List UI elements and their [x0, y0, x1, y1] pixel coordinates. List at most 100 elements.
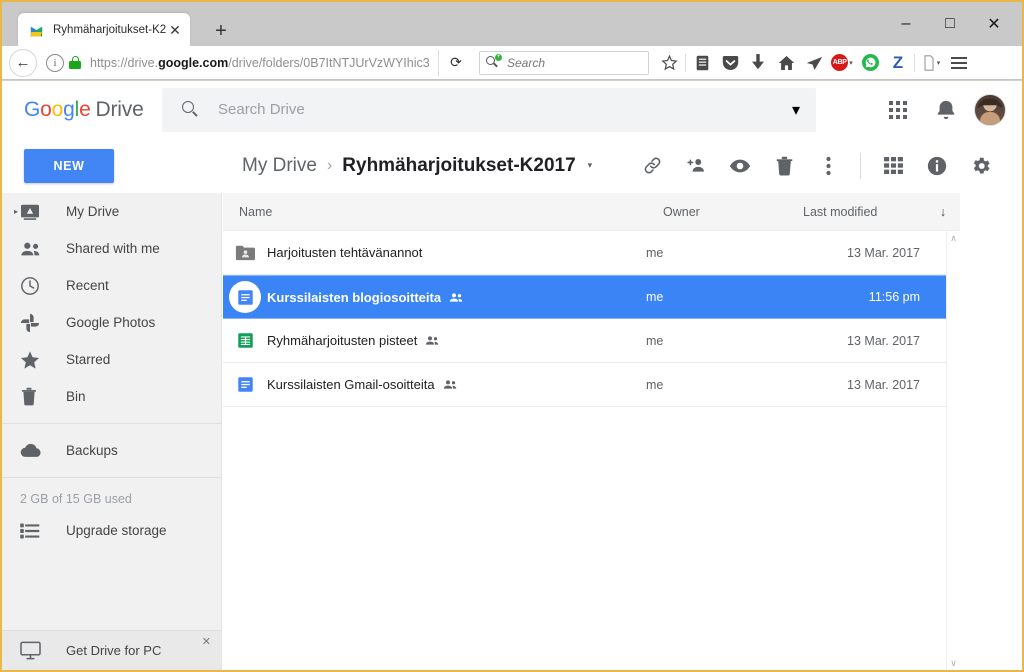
sidebar-item-shared-with-me[interactable]: Shared with me — [2, 230, 221, 267]
close-tab-icon[interactable]: ✕ — [166, 21, 184, 39]
breadcrumb-my-drive[interactable]: My Drive — [242, 155, 317, 177]
sidebar-item-label: Shared with me — [66, 241, 160, 256]
google-docs-icon — [229, 369, 261, 401]
more-actions-icon[interactable] — [806, 146, 850, 186]
drive-product-name: Drive — [95, 97, 144, 121]
menu-icon[interactable] — [945, 49, 973, 77]
lock-icon — [69, 56, 81, 69]
chevron-down-icon[interactable]: ▾ — [776, 100, 816, 120]
trash-icon[interactable] — [762, 146, 806, 186]
sidebar-item-recent[interactable]: Recent — [2, 267, 221, 304]
sidebar-item-label: Upgrade storage — [66, 523, 167, 538]
get-link-icon[interactable] — [630, 146, 674, 186]
pocket-icon[interactable] — [716, 49, 744, 77]
table-row[interactable]: Ryhmäharjoitusten pisteet me 13 Mar. 201… — [223, 319, 946, 363]
minimize-button[interactable]: – — [884, 8, 928, 40]
google-drive-icon — [26, 22, 47, 38]
file-name: Kurssilaisten Gmail-osoitteita — [267, 377, 435, 392]
details-info-icon[interactable] — [915, 146, 959, 186]
url-path: /drive/folders/0B7ItNTJUrVzWYIhic3 — [228, 55, 430, 70]
sidebar-item-label: Recent — [66, 278, 109, 293]
header-actions — [878, 90, 1022, 130]
bin-icon — [20, 387, 48, 406]
sort-direction-icon[interactable]: ↓ — [923, 205, 963, 219]
shared-people-icon — [443, 379, 458, 390]
reading-list-icon[interactable] — [688, 49, 716, 77]
table-row[interactable]: Kurssilaisten Gmail-osoitteita me 13 Mar… — [223, 363, 946, 407]
file-name-cell[interactable]: Kurssilaisten Gmail-osoitteita — [267, 377, 646, 392]
tab-title: Ryhmäharjoitukset-K2017 ... — [53, 23, 166, 36]
sidebar-item-my-drive[interactable]: ▸ My Drive — [2, 193, 221, 230]
table-row[interactable]: Harjoitusten tehtävänannot me 13 Mar. 20… — [223, 231, 946, 275]
settings-gear-icon[interactable] — [959, 146, 1003, 186]
google-photos-icon — [20, 313, 48, 333]
address-bar[interactable]: i https://drive.google.com/drive/folders… — [41, 49, 439, 76]
upgrade-storage-icon — [20, 522, 48, 539]
get-drive-for-pc-banner[interactable]: Get Drive for PC ✕ — [2, 630, 221, 670]
column-header-last-modified[interactable]: Last modified — [803, 205, 923, 219]
scroll-down-icon[interactable]: ∨ — [950, 656, 957, 670]
table-row[interactable]: Kurssilaisten blogiosoitteita me 11:56 p… — [223, 275, 946, 319]
notifications-bell-icon[interactable] — [926, 90, 966, 130]
sidebar-item-backups[interactable]: Backups — [2, 432, 221, 469]
add-person-icon[interactable] — [674, 146, 718, 186]
file-rows: Harjoitusten tehtävänannot me 13 Mar. 20… — [223, 231, 946, 670]
file-name-cell[interactable]: Harjoitusten tehtävänannot — [267, 245, 646, 260]
drive-logo[interactable]: Google Drive — [2, 98, 162, 122]
sidebar-divider — [2, 423, 221, 424]
file-list-scrollbar[interactable]: ∧ ∨ — [946, 231, 960, 670]
breadcrumb-current-folder[interactable]: Ryhmäharjoitukset-K2017 — [342, 155, 575, 177]
new-button[interactable]: NEW — [24, 148, 114, 183]
column-header-name[interactable]: Name — [223, 205, 663, 219]
sidebar-item-google-photos[interactable]: Google Photos — [2, 304, 221, 341]
home-icon[interactable] — [772, 49, 800, 77]
file-name: Ryhmäharjoitusten pisteet — [267, 333, 418, 348]
sidebar-item-upgrade-storage[interactable]: Upgrade storage — [2, 512, 221, 549]
sidebar: ▸ My Drive Shared with me Recent Google … — [2, 193, 222, 670]
window-controls: – □ ✕ — [884, 2, 1016, 46]
reload-icon[interactable]: ⟳ — [441, 54, 471, 71]
search-bar[interactable]: + Search — [479, 50, 649, 75]
site-info-icon[interactable]: i — [46, 53, 64, 72]
column-header-owner[interactable]: Owner — [663, 205, 803, 219]
back-button[interactable]: ← — [9, 48, 37, 77]
sidebar-item-starred[interactable]: Starred — [2, 341, 221, 378]
close-icon[interactable]: ✕ — [202, 635, 211, 648]
scroll-up-icon[interactable]: ∧ — [950, 231, 957, 245]
sidebar-item-label: My Drive — [66, 204, 120, 219]
avatar[interactable] — [974, 93, 1006, 126]
new-tab-button[interactable]: + — [208, 18, 234, 44]
recent-clock-icon — [20, 276, 48, 296]
get-drive-for-pc-label: Get Drive for PC — [66, 643, 162, 658]
shared-with-me-icon — [20, 241, 48, 257]
toolbar-divider — [860, 152, 862, 179]
adblock-plus-icon[interactable]: ABP ▾ — [828, 49, 856, 77]
file-owner-cell: me — [646, 333, 664, 348]
preview-eye-icon[interactable] — [718, 146, 762, 186]
search-icon — [162, 101, 218, 118]
toolbar-divider — [685, 53, 686, 72]
search-drive-input[interactable]: Search Drive — [218, 101, 776, 118]
my-drive-icon — [20, 203, 48, 221]
page-action-icon[interactable]: ▾ — [917, 49, 945, 77]
apps-grid-icon[interactable] — [878, 90, 918, 130]
file-name-cell[interactable]: Kurssilaisten blogiosoitteita — [267, 290, 646, 305]
grid-view-icon[interactable] — [871, 146, 915, 186]
chevron-down-icon[interactable]: ▾ — [588, 160, 593, 171]
starred-icon — [20, 350, 48, 370]
close-window-button[interactable]: ✕ — [972, 8, 1016, 40]
expand-chevron-icon[interactable]: ▸ — [14, 207, 18, 216]
drive-search-box[interactable]: Search Drive ▾ — [162, 87, 816, 132]
shared-people-icon — [425, 335, 440, 346]
bookmark-star-icon[interactable] — [655, 49, 683, 77]
file-modified-cell: 13 Mar. 2017 — [847, 333, 920, 348]
zotero-icon[interactable]: Z — [884, 49, 912, 77]
send-icon[interactable] — [800, 49, 828, 77]
sidebar-item-bin[interactable]: Bin — [2, 378, 221, 415]
maximize-button[interactable]: □ — [928, 8, 972, 40]
downloads-icon[interactable] — [744, 49, 772, 77]
whatsapp-icon[interactable] — [856, 49, 884, 77]
desktop-icon — [20, 641, 48, 660]
browser-tab[interactable]: Ryhmäharjoitukset-K2017 ... ✕ — [18, 13, 190, 46]
file-name-cell[interactable]: Ryhmäharjoitusten pisteet — [267, 333, 646, 348]
